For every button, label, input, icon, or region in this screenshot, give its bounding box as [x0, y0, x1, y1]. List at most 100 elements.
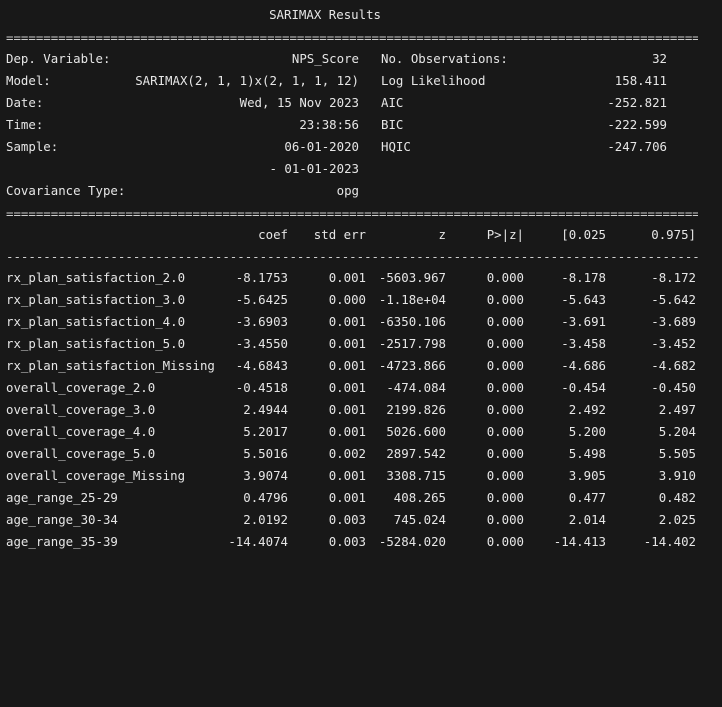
variable-name: age_range_35-39 [6, 534, 118, 549]
variable-name: rx_plan_satisfaction_3.0 [6, 292, 186, 307]
info-value: NPS_Score [291, 51, 359, 66]
coef-value: 5.2017 [243, 424, 288, 439]
ci-upper-value: 5.204 [658, 424, 696, 439]
info-value: Wed, 15 Nov 2023 [239, 95, 359, 110]
coef-value: -3.6903 [235, 314, 288, 329]
std-err-value: 0.002 [328, 446, 366, 461]
header-p-value: P>|z| [486, 227, 524, 242]
ci-lower-value: -3.691 [561, 314, 606, 329]
variable-name: overall_coverage_3.0 [6, 402, 156, 417]
single-rule: ----------------------------------------… [6, 249, 698, 264]
coef-row: age_range_30-34 2.0192 0.003 745.024 0.0… [0, 509, 722, 531]
z-value: -4723.866 [378, 358, 446, 373]
std-err-value: 0.000 [328, 292, 366, 307]
info-row: Covariance Type: opg [0, 180, 722, 202]
coef-row: rx_plan_satisfaction_5.0 -3.4550 0.001 -… [0, 333, 722, 355]
ci-upper-value: -0.450 [651, 380, 696, 395]
z-value: -474.084 [386, 380, 446, 395]
z-value: 2199.826 [386, 402, 446, 417]
variable-name: rx_plan_satisfaction_5.0 [6, 336, 186, 351]
coef-value: 5.5016 [243, 446, 288, 461]
double-rule-mid: ========================================… [6, 206, 698, 221]
results-title: SARIMAX Results [269, 7, 381, 22]
p-value: 0.000 [486, 292, 524, 307]
ci-lower-value: -14.413 [553, 534, 606, 549]
coef-row: overall_coverage_Missing 3.9074 0.001 33… [0, 465, 722, 487]
p-value: 0.000 [486, 380, 524, 395]
std-err-value: 0.001 [328, 314, 366, 329]
ci-upper-value: -4.682 [651, 358, 696, 373]
info-row: Time: 23:38:56 BIC -222.599 [0, 114, 722, 136]
ci-upper-value: 5.505 [658, 446, 696, 461]
info-row: Date: Wed, 15 Nov 2023 AIC -252.821 [0, 92, 722, 114]
coef-row: rx_plan_satisfaction_4.0 -3.6903 0.001 -… [0, 311, 722, 333]
info-value: - 01-01-2023 [269, 161, 359, 176]
stat-value: 158.411 [614, 73, 667, 88]
p-value: 0.000 [486, 446, 524, 461]
coef-row: overall_coverage_2.0 -0.4518 0.001 -474.… [0, 377, 722, 399]
header-ci-lower: [0.025 [561, 227, 606, 242]
std-err-value: 0.001 [328, 402, 366, 417]
p-value: 0.000 [486, 336, 524, 351]
ci-upper-value: -8.172 [651, 270, 696, 285]
ci-lower-value: 5.200 [568, 424, 606, 439]
coef-value: -8.1753 [235, 270, 288, 285]
ci-upper-value: 2.025 [658, 512, 696, 527]
coef-value: 0.4796 [243, 490, 288, 505]
std-err-value: 0.001 [328, 468, 366, 483]
coef-value: -4.6843 [235, 358, 288, 373]
coef-value: 2.4944 [243, 402, 288, 417]
z-value: -1.18e+04 [378, 292, 446, 307]
ci-lower-value: 2.492 [568, 402, 606, 417]
p-value: 0.000 [486, 358, 524, 373]
stat-label: HQIC [381, 139, 411, 154]
info-label: Date: [6, 95, 44, 110]
variable-name: rx_plan_satisfaction_2.0 [6, 270, 186, 285]
ci-lower-value: 0.477 [568, 490, 606, 505]
ci-lower-value: 5.498 [568, 446, 606, 461]
std-err-value: 0.003 [328, 534, 366, 549]
variable-name: age_range_25-29 [6, 490, 118, 505]
output-title-line: SARIMAX Results [0, 4, 722, 26]
ci-upper-value: 3.910 [658, 468, 696, 483]
p-value: 0.000 [486, 270, 524, 285]
std-err-value: 0.001 [328, 270, 366, 285]
z-value: -5603.967 [378, 270, 446, 285]
variable-name: overall_coverage_5.0 [6, 446, 156, 461]
ci-lower-value: -3.458 [561, 336, 606, 351]
ci-lower-value: 3.905 [568, 468, 606, 483]
z-value: 5026.600 [386, 424, 446, 439]
ci-upper-value: -14.402 [643, 534, 696, 549]
z-value: -5284.020 [378, 534, 446, 549]
stat-value: 32 [652, 51, 667, 66]
info-value: opg [336, 183, 359, 198]
variable-name: age_range_30-34 [6, 512, 118, 527]
info-row: Model: SARIMAX(2, 1, 1)x(2, 1, 1, 12) Lo… [0, 70, 722, 92]
double-rule-top: ========================================… [6, 30, 698, 45]
stat-value: -247.706 [607, 139, 667, 154]
info-value: SARIMAX(2, 1, 1)x(2, 1, 1, 12) [135, 73, 359, 88]
info-value: 06-01-2020 [284, 139, 359, 154]
coef-row: overall_coverage_3.0 2.4944 0.001 2199.8… [0, 399, 722, 421]
stat-label: No. Observations: [381, 51, 508, 66]
ci-lower-value: -8.178 [561, 270, 606, 285]
stat-label: BIC [381, 117, 404, 132]
coef-value: -0.4518 [235, 380, 288, 395]
variable-name: rx_plan_satisfaction_4.0 [6, 314, 186, 329]
z-value: 408.265 [393, 490, 446, 505]
ci-lower-value: -0.454 [561, 380, 606, 395]
info-label: Time: [6, 117, 44, 132]
coef-value: -14.4074 [228, 534, 288, 549]
z-value: 745.024 [393, 512, 446, 527]
variable-name: overall_coverage_4.0 [6, 424, 156, 439]
z-value: -6350.106 [378, 314, 446, 329]
coef-header-row: coef std err z P>|z| [0.025 0.975] [0, 224, 722, 246]
variable-name: overall_coverage_Missing [6, 468, 186, 483]
header-std-err: std err [313, 227, 366, 242]
p-value: 0.000 [486, 402, 524, 417]
std-err-value: 0.001 [328, 424, 366, 439]
p-value: 0.000 [486, 534, 524, 549]
stat-label: AIC [381, 95, 404, 110]
std-err-value: 0.001 [328, 358, 366, 373]
header-ci-upper: 0.975] [651, 227, 696, 242]
